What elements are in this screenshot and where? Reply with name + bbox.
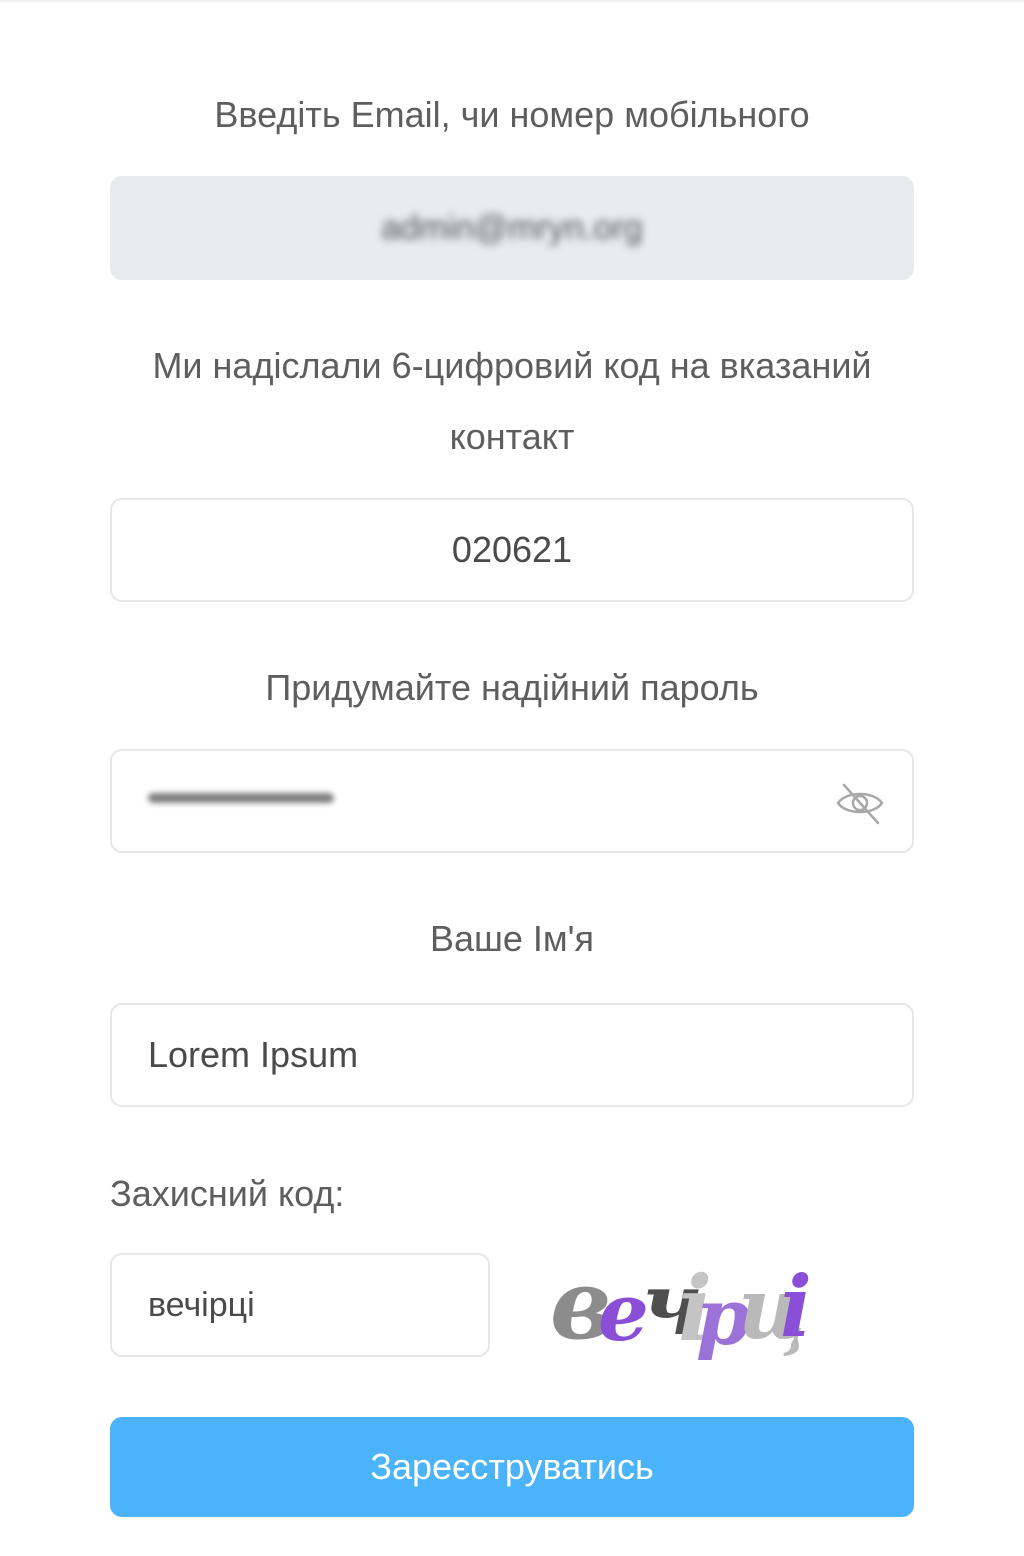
captcha-input-value: вечірці xyxy=(148,1285,255,1324)
register-button[interactable]: Зареєструватись xyxy=(110,1417,914,1517)
captcha-label: Захисний код: xyxy=(110,1173,345,1214)
captcha-image: в е ч і р ц і xyxy=(550,1248,812,1363)
password-input[interactable] xyxy=(110,749,914,853)
name-label: Ваше Ім'я xyxy=(429,918,595,959)
contact-value: admin@mryn.org xyxy=(381,208,643,247)
code-label-line1: Ми надіслали 6-цифровий код на вказаний xyxy=(152,345,872,386)
name-input[interactable]: Lorem Ipsum xyxy=(110,1003,914,1107)
code-label-line2: контакт xyxy=(449,416,575,457)
verification-code-input[interactable]: 020621 xyxy=(110,498,914,602)
top-divider xyxy=(0,0,1024,2)
contact-field[interactable]: admin@mryn.org xyxy=(110,176,914,280)
eye-off-icon[interactable] xyxy=(834,779,886,827)
verification-code-value: 020621 xyxy=(451,529,573,570)
captcha-input[interactable]: вечірці xyxy=(110,1253,490,1357)
name-value: Lorem Ipsum xyxy=(148,1034,359,1075)
svg-text:і: і xyxy=(780,1257,812,1356)
password-masked-value xyxy=(148,793,334,803)
contact-label: Введіть Email, чи номер мобільного xyxy=(214,94,810,135)
password-label: Придумайте надійний пароль xyxy=(265,667,759,708)
